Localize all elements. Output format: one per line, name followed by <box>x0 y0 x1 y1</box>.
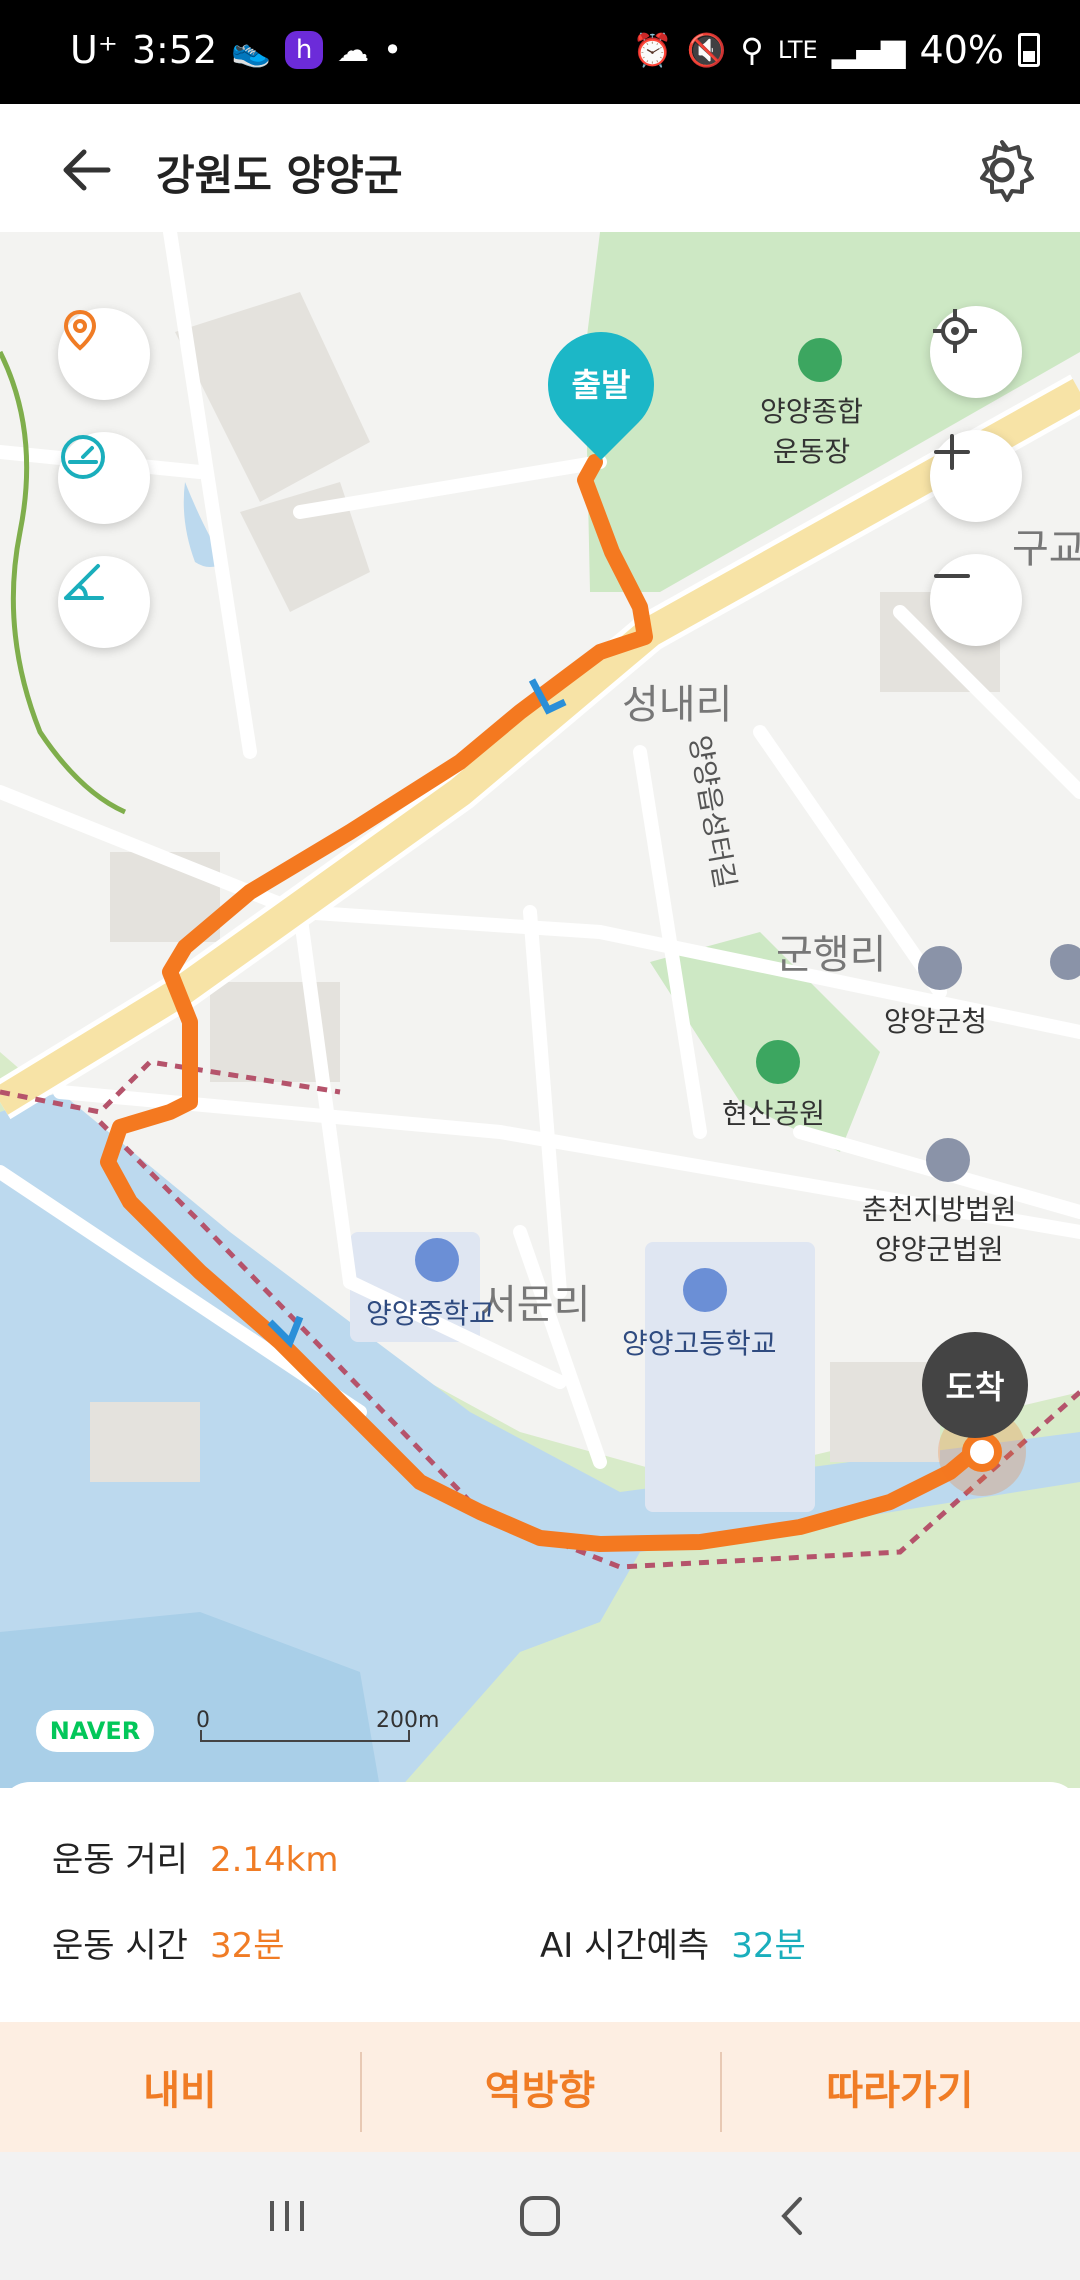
distance-label: 운동 거리 <box>52 1840 188 1880</box>
back-button[interactable] <box>50 132 126 208</box>
minus-icon <box>934 574 970 578</box>
stadium-icon <box>798 338 842 382</box>
home-button[interactable] <box>500 2176 580 2256</box>
scale-end: 200m <box>376 1708 440 1733</box>
zoom-in-button[interactable] <box>930 430 1022 522</box>
follow-button[interactable]: 따라가기 <box>720 2022 1080 2152</box>
speed-button[interactable] <box>58 432 150 524</box>
slope-icon <box>64 564 104 600</box>
high-school-label: 양양고등학교 <box>622 1327 777 1360</box>
high-school-zone <box>645 1242 815 1512</box>
park-label: 현산공원 <box>722 1097 826 1130</box>
start-marker[interactable]: 출발 <box>526 310 676 462</box>
battery-percent: 40% <box>919 28 1004 72</box>
current-location-button[interactable] <box>930 306 1022 398</box>
clock: 3:52 <box>131 28 218 72</box>
time-row: 운동 시간 32분 <box>52 1918 284 1967</box>
area-label-seongnae: 성내리 <box>622 682 733 728</box>
school-icon <box>683 1268 727 1312</box>
ai-time-value: 32분 <box>731 1926 806 1966</box>
building <box>90 1402 200 1482</box>
recent-apps-icon <box>269 2201 304 2231</box>
app-badge-icon: h <box>285 31 324 69</box>
ai-time-label: AI 시간예측 <box>540 1926 710 1966</box>
time-value: 32분 <box>209 1926 285 1966</box>
my-location-pin-button[interactable] <box>58 308 150 400</box>
area-label-seomun: 서문리 <box>480 1282 591 1328</box>
running-shoe-icon: 👟 <box>231 31 272 69</box>
scale-start: 0 <box>196 1708 210 1733</box>
map-view[interactable]: 성내리 군행리 서문리 구교 양양읍성터길 양양종합 운동장 양양군청 현산공원… <box>0 232 1080 1788</box>
middle-school-label: 양양중학교 <box>366 1297 495 1330</box>
time-label: 운동 시간 <box>52 1926 188 1966</box>
status-bar: U⁺ 3:52 👟 h ☁ • ⏰ 🔇 ⚲ LTE ▂▄▆ 40% <box>0 0 1080 104</box>
scale-bar: 0 200m <box>196 1708 439 1746</box>
mute-icon: 🔇 <box>686 31 727 69</box>
settings-button[interactable] <box>964 132 1040 208</box>
system-back-button[interactable] <box>753 2176 833 2256</box>
area-label-gunhaeng: 군행리 <box>776 932 887 978</box>
signal-icon: ▂▄▆ <box>831 31 906 69</box>
plus-icon <box>934 434 970 470</box>
map-pin-icon <box>63 309 97 351</box>
speedometer-icon <box>61 435 105 479</box>
zoom-out-button[interactable] <box>930 554 1022 646</box>
crosshair-icon <box>933 309 977 353</box>
alarm-icon: ⏰ <box>632 31 673 69</box>
stadium-label: 양양종합 운동장 <box>760 395 864 468</box>
battery-icon <box>1018 33 1040 67</box>
county-office-icon <box>918 946 962 990</box>
end-marker[interactable]: 도착 <box>922 1332 1028 1438</box>
carrier-label: U⁺ <box>70 28 118 72</box>
area-label-gugyo: 구교 <box>1012 526 1080 572</box>
location-icon: ⚲ <box>740 31 764 69</box>
county-office-label: 양양군청 <box>884 1005 988 1038</box>
arrow-left-icon <box>63 149 111 191</box>
naver-logo: NAVER <box>36 1710 154 1752</box>
park-icon <box>756 1040 800 1084</box>
distance-row: 운동 거리 2.14km <box>52 1832 338 1881</box>
chevron-left-icon <box>781 2197 803 2235</box>
navi-button[interactable]: 내비 <box>0 2022 360 2152</box>
ai-time-row: AI 시간예측 32분 <box>540 1918 806 1967</box>
start-label: 출발 <box>571 366 631 404</box>
court-icon <box>926 1138 970 1182</box>
action-bar: 내비 역방향 따라가기 <box>0 2022 1080 2152</box>
end-point <box>962 1432 1002 1472</box>
school-icon <box>415 1238 459 1282</box>
app-header: 강원도 양양군 <box>0 104 1080 232</box>
distance-value: 2.14km <box>209 1840 339 1880</box>
system-nav-bar <box>0 2152 1080 2280</box>
poi-icon <box>1050 944 1080 980</box>
home-icon <box>519 2196 560 2236</box>
route-info-panel: 운동 거리 2.14km 운동 시간 32분 AI 시간예측 32분 <box>0 1782 1080 2022</box>
cloud-icon: ☁ <box>337 31 370 69</box>
reverse-button[interactable]: 역방향 <box>360 2022 720 2152</box>
court-label: 춘천지방법원 양양군법원 <box>862 1193 1017 1266</box>
slope-button[interactable] <box>58 556 150 648</box>
dot-icon: • <box>383 31 402 69</box>
network-type: LTE <box>777 36 818 64</box>
page-title: 강원도 양양군 <box>156 151 403 200</box>
gear-icon <box>980 140 1034 202</box>
recent-apps-button[interactable] <box>247 2176 327 2256</box>
